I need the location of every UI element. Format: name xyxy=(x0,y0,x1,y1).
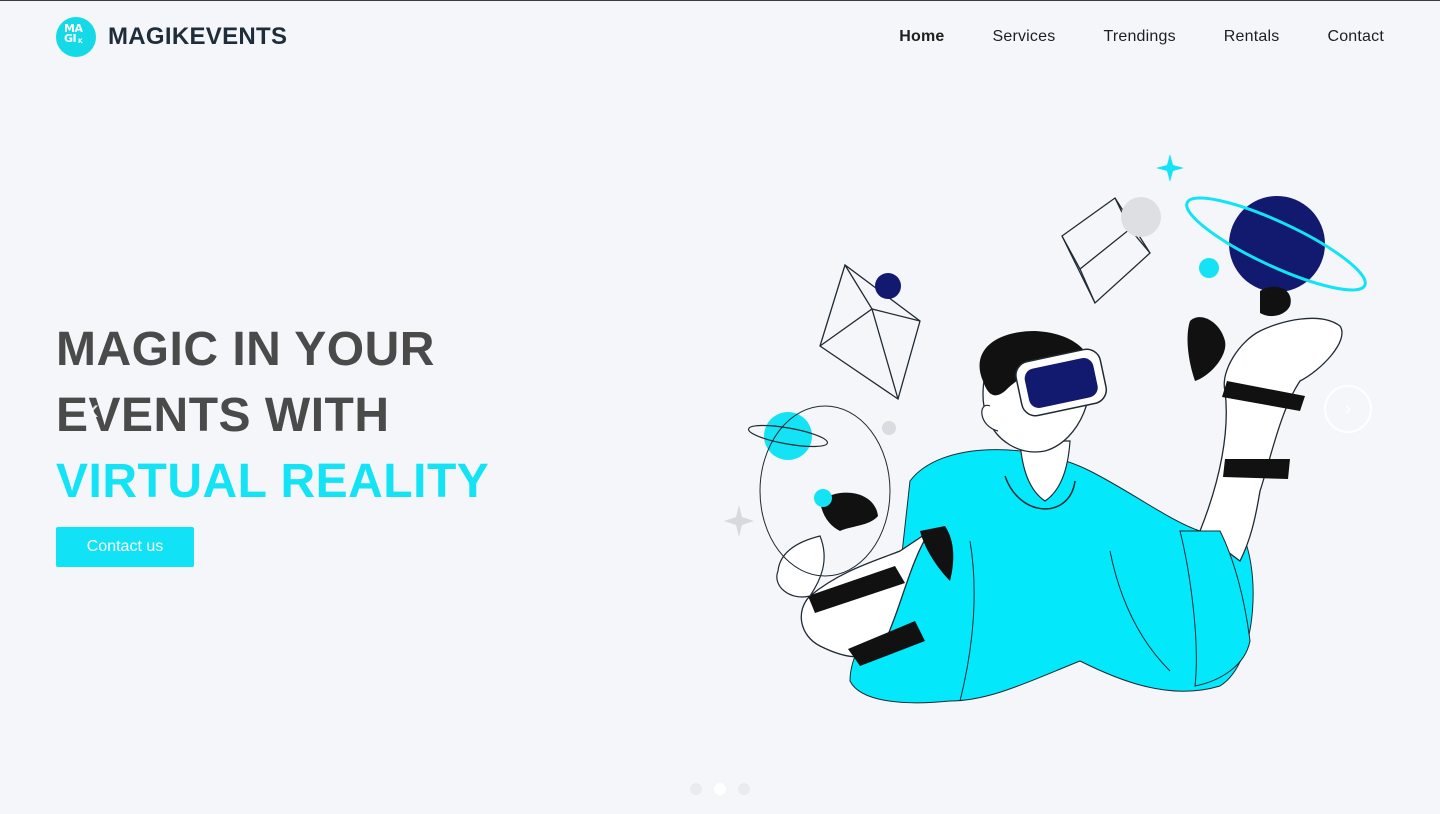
cyan-planet xyxy=(764,412,812,460)
small-planet-navy xyxy=(875,273,901,299)
nav-item-rentals[interactable]: Rentals xyxy=(1224,28,1280,46)
cyan-dot xyxy=(1199,258,1219,278)
brand-name: MAGIKEVENTS xyxy=(108,23,288,50)
nav-item-contact[interactable]: Contact xyxy=(1327,28,1384,46)
cyan-orb xyxy=(814,489,832,507)
chevron-left-icon: ‹ xyxy=(89,393,99,426)
carousel-dot-3[interactable] xyxy=(738,783,750,795)
nav-item-trendings[interactable]: Trendings xyxy=(1103,28,1175,46)
carousel-dot-1[interactable] xyxy=(690,783,702,795)
hero-title-line-2: EVENTS WITH xyxy=(56,389,390,442)
nav-item-home[interactable]: Home xyxy=(899,28,944,46)
nav-item-services[interactable]: Services xyxy=(992,28,1055,46)
carousel-next-button[interactable]: › xyxy=(1324,385,1372,433)
carousel-dot-2[interactable] xyxy=(714,783,726,795)
right-finger-glove xyxy=(1260,286,1291,317)
contact-us-button[interactable]: Contact us xyxy=(56,527,194,567)
navy-planet xyxy=(1229,196,1325,292)
sparkle-icon xyxy=(724,505,754,537)
small-dot-grey xyxy=(882,421,896,435)
site-header: MA GI K MAGIKEVENTS Home Services Trendi… xyxy=(0,1,1440,75)
hero-title-line-1: MAGIC IN YOUR xyxy=(56,323,435,376)
grey-ball xyxy=(1121,197,1161,237)
sparkle-icon xyxy=(1156,154,1184,182)
main-nav: Home Services Trendings Rentals Contact xyxy=(851,28,1384,46)
octahedron-wireframe xyxy=(819,263,921,401)
right-glove xyxy=(1187,317,1226,381)
vr-person-illustration xyxy=(724,154,1367,704)
hero-title: MAGIC IN YOUR EVENTS WITH VIRTUAL REALIT… xyxy=(56,317,576,515)
person-left-hand xyxy=(776,535,825,598)
chevron-right-icon: › xyxy=(1344,397,1352,420)
right-arm-band xyxy=(1223,459,1290,479)
carousel-indicators xyxy=(690,783,762,795)
carousel-prev-button[interactable]: ‹ xyxy=(70,386,118,434)
hero-title-line-3: VIRTUAL REALITY xyxy=(56,455,490,508)
magikevents-logo-icon: MA GI K xyxy=(56,17,96,57)
brand-logo[interactable]: MA GI K MAGIKEVENTS xyxy=(56,17,287,57)
